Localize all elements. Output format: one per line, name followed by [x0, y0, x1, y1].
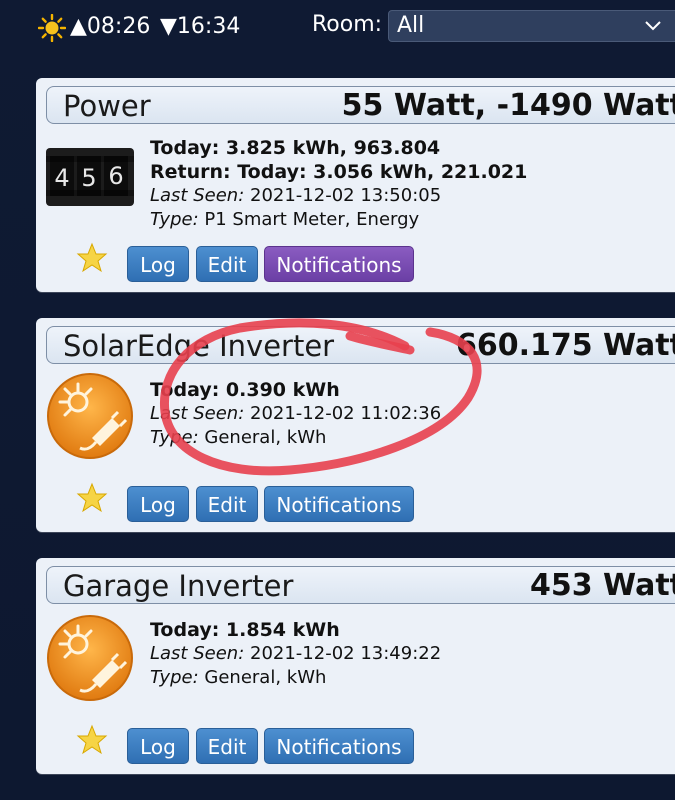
device-name: SolarEdge Inverter	[63, 329, 335, 363]
sunset-time: ▼16:34	[160, 14, 241, 39]
counter-digit: 5	[81, 164, 96, 192]
log-button[interactable]: Log	[127, 246, 189, 282]
counter-digit: 4	[54, 164, 69, 192]
edit-button[interactable]: Edit	[196, 246, 258, 282]
log-button[interactable]: Log	[127, 728, 189, 764]
favorite-star-icon[interactable]	[76, 724, 108, 756]
last-seen: Last Seen: 2021-12-02 13:50:05	[150, 184, 527, 208]
device-value: 55 Watt, -1490 Watt	[341, 88, 675, 123]
type-label: Type:	[150, 209, 199, 230]
sunrise-time: ▲08:26	[70, 14, 151, 39]
last-seen: Last Seen: 2021-12-02 13:49:22	[150, 642, 441, 666]
last-seen-label: Last Seen:	[150, 185, 245, 206]
counter-digit: 6	[108, 162, 123, 190]
room-label: Room:	[312, 12, 383, 37]
top-bar: ▲08:26 ▼16:34 Room: All	[0, 0, 675, 60]
device-name: Power	[63, 89, 151, 123]
device-card-solaredge: SolarEdge Inverter 660.175 Watt Today: 0…	[36, 318, 675, 532]
device-info: Today: 3.825 kWh, 963.804 Return: Today:…	[150, 136, 527, 232]
device-header: Power 55 Watt, -1490 Watt	[46, 86, 675, 124]
notifications-button[interactable]: Notifications	[264, 486, 414, 522]
today-usage: Today: 0.390 kWh	[150, 379, 340, 401]
type-value: General, kWh	[204, 427, 327, 448]
last-seen-value: 2021-12-02 13:50:05	[250, 185, 442, 206]
notifications-button[interactable]: Notifications	[264, 728, 414, 764]
log-button[interactable]: Log	[127, 486, 189, 522]
edit-button[interactable]: Edit	[196, 728, 258, 764]
room-select[interactable]: All	[388, 10, 675, 42]
sun-icon	[38, 14, 66, 42]
favorite-star-icon[interactable]	[76, 242, 108, 274]
type-label: Type:	[150, 667, 199, 688]
notifications-button[interactable]: Notifications	[264, 246, 414, 282]
device-header: Garage Inverter 453 Watt	[46, 566, 675, 604]
device-card-garage: Garage Inverter 453 Watt Today: 1.854 kW…	[36, 558, 675, 774]
meter-counter-icon: 4 5 6	[46, 148, 134, 206]
favorite-star-icon[interactable]	[76, 482, 108, 514]
device-value: 660.175 Watt	[455, 328, 675, 363]
today-usage: Today: 1.854 kWh	[150, 619, 340, 641]
device-info: Today: 0.390 kWh Last Seen: 2021-12-02 1…	[150, 378, 441, 450]
device-type: Type: General, kWh	[150, 426, 441, 450]
last-seen-value: 2021-12-02 13:49:22	[250, 643, 442, 664]
type-value: General, kWh	[204, 667, 327, 688]
device-value: 453 Watt	[529, 568, 675, 603]
return-usage: Return: Today: 3.056 kWh, 221.021	[150, 161, 528, 183]
edit-button[interactable]: Edit	[196, 486, 258, 522]
device-type: Type: P1 Smart Meter, Energy	[150, 208, 527, 232]
solar-plug-icon	[47, 373, 133, 459]
device-type: Type: General, kWh	[150, 666, 441, 690]
type-value: P1 Smart Meter, Energy	[204, 209, 420, 230]
type-label: Type:	[150, 427, 199, 448]
last-seen-label: Last Seen:	[150, 403, 245, 424]
device-header: SolarEdge Inverter 660.175 Watt	[46, 326, 675, 364]
device-card-power: Power 55 Watt, -1490 Watt 4 5 6 Today: 3…	[36, 78, 675, 292]
last-seen-value: 2021-12-02 11:02:36	[250, 403, 442, 424]
chevron-down-icon	[645, 21, 661, 31]
last-seen: Last Seen: 2021-12-02 11:02:36	[150, 402, 441, 426]
today-usage: Today: 3.825 kWh, 963.804	[150, 137, 441, 159]
last-seen-label: Last Seen:	[150, 643, 245, 664]
device-name: Garage Inverter	[63, 569, 294, 603]
room-select-value: All	[397, 13, 425, 38]
device-info: Today: 1.854 kWh Last Seen: 2021-12-02 1…	[150, 618, 441, 690]
solar-plug-icon	[47, 615, 133, 701]
